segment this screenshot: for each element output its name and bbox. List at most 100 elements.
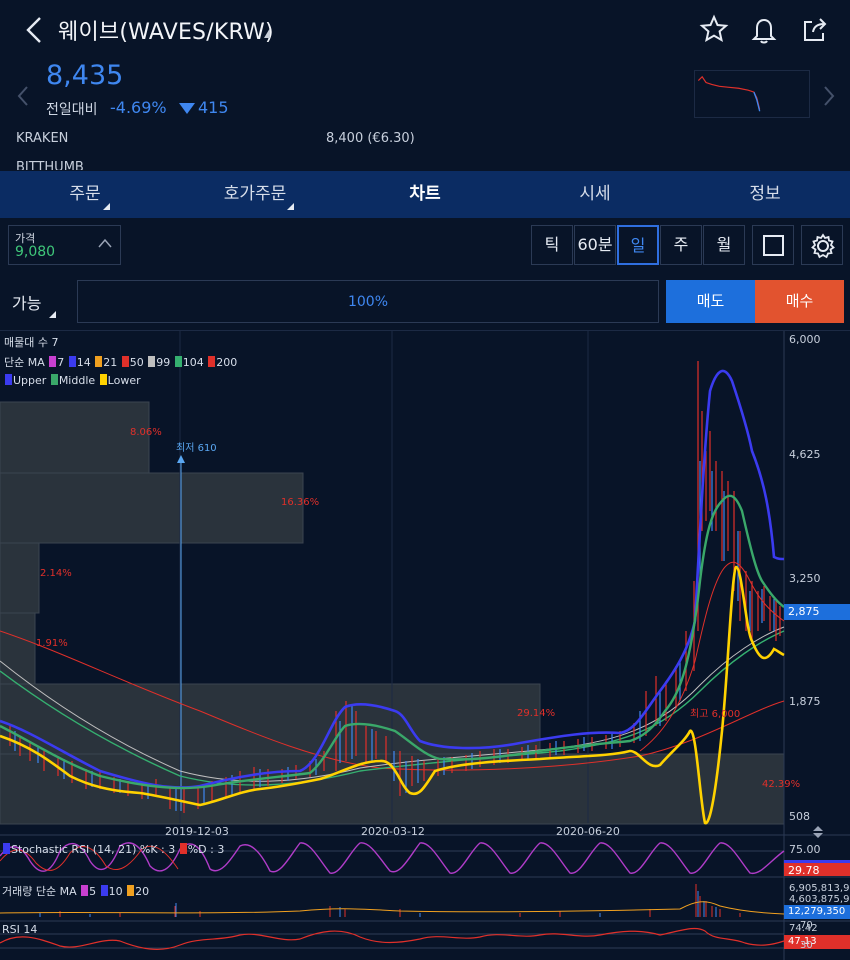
vp-percent: 8.06% <box>130 427 162 438</box>
bb-swatch <box>5 374 12 385</box>
available-dropdown-icon[interactable] <box>49 311 56 318</box>
rsi-value-tag: 47.13 <box>784 935 850 949</box>
page-title[interactable]: 웨이브(WAVES/KRW) <box>58 14 274 46</box>
period-60min[interactable]: 60분 <box>574 225 616 265</box>
exchange-price: 8,400 (€6.30) <box>326 131 415 146</box>
price-axis-label: 1,875 <box>789 695 821 708</box>
tab-quote-order[interactable]: 호가주문 <box>210 171 300 218</box>
ma-label: 단순 MA <box>4 356 45 369</box>
date-axis-label: 2020-03-12 <box>361 825 425 838</box>
date-axis-label: 2020-06-20 <box>556 825 620 838</box>
ma-period: 50 <box>129 356 144 369</box>
tab-order[interactable]: 주문 <box>40 171 130 218</box>
title-dropdown-icon[interactable] <box>264 28 270 38</box>
ma-swatch <box>68 356 76 367</box>
ma-swatch <box>208 356 216 367</box>
volume-ma-swatch <box>127 885 135 896</box>
sell-button[interactable]: 매도 <box>666 280 755 323</box>
price-axis-label: 6,000 <box>789 333 821 346</box>
tab-label: 주문 <box>69 184 101 204</box>
exchange-name: BITTHUMB <box>16 160 84 170</box>
top-bar: 웨이브(WAVES/KRW) <box>0 0 850 62</box>
rsi-label: RSI 14 <box>2 923 38 936</box>
ma-swatch <box>174 356 182 367</box>
tab-market[interactable]: 시세 <box>550 171 640 218</box>
back-icon[interactable] <box>22 14 48 46</box>
stoch-swatch <box>3 843 10 854</box>
down-triangle-icon <box>179 103 195 114</box>
vp-percent: 29.14% <box>517 708 556 719</box>
prev-coin-icon[interactable] <box>16 84 30 108</box>
stoch-label: Stochastic RSI (14, 21) %K : 3 <box>11 843 176 856</box>
bb-label: Upper <box>13 374 47 387</box>
mini-chart <box>694 70 810 118</box>
bell-icon[interactable] <box>749 14 779 44</box>
volume-ma-period: 5 <box>89 885 97 898</box>
price-axis-label: 4,625 <box>789 448 821 461</box>
period-month[interactable]: 월 <box>703 225 745 265</box>
ma-period: 99 <box>156 356 171 369</box>
ma-period: 104 <box>182 356 204 369</box>
chevron-up-icon <box>98 238 112 248</box>
bb-swatch <box>50 374 58 385</box>
chart-canvas <box>0 331 850 960</box>
price-axis-label: 508 <box>789 810 810 823</box>
date-axis-label: 2019-12-03 <box>165 825 229 838</box>
change-percent: -4.69% <box>110 98 167 117</box>
buy-button[interactable]: 매수 <box>755 280 844 323</box>
share-icon[interactable] <box>800 14 830 44</box>
tab-label: 호가주문 <box>223 184 287 204</box>
ma-swatch <box>148 356 156 367</box>
price-box[interactable]: 가격 9,080 <box>8 225 121 265</box>
vp-percent: 42.39% <box>762 779 801 790</box>
price-axis-label: 3,250 <box>789 572 821 585</box>
min-price-label: 최저 610 <box>176 443 217 454</box>
available-label[interactable]: 가능 <box>12 290 41 314</box>
ma-period: 7 <box>57 356 65 369</box>
current-price: 8,435 <box>46 60 124 91</box>
resize-handle-icon[interactable] <box>810 825 826 839</box>
square-icon <box>763 235 784 256</box>
gear-icon <box>811 233 835 259</box>
tab-chart[interactable]: 차트 <box>380 171 470 218</box>
ma-swatch <box>95 356 103 367</box>
period-day[interactable]: 일 <box>617 225 659 265</box>
fullscreen-button[interactable] <box>752 225 794 265</box>
next-coin-icon[interactable] <box>822 84 836 108</box>
volume-ma-swatch <box>81 885 89 896</box>
volume-profile-label: 매물대 수 7 <box>4 336 59 349</box>
bb-swatch <box>99 374 107 385</box>
settings-button[interactable] <box>801 225 843 265</box>
exchange-name: KRAKEN <box>16 131 69 146</box>
stoch-swatch <box>179 843 187 854</box>
stoch-d-label: %D : 3 <box>187 843 225 856</box>
period-week[interactable]: 주 <box>660 225 702 265</box>
ma-swatch <box>121 356 129 367</box>
tab-menu-marker <box>103 203 110 210</box>
price-chart[interactable]: 매물대 수 7 단순 MA 7 14 21 50 99 104 200 Uppe… <box>0 330 850 960</box>
tab-label: 정보 <box>749 184 781 204</box>
current-price-tag: 2,875 <box>784 604 850 620</box>
rsi-axis-label: 70 <box>800 920 813 931</box>
tab-menu-marker <box>287 203 294 210</box>
vp-percent: 2.14% <box>40 568 72 579</box>
ma-swatch <box>49 356 57 367</box>
prev-day-label: 전일대비 <box>46 102 98 118</box>
vp-percent: 16.36% <box>281 497 320 508</box>
vp-percent: 1.91% <box>36 638 68 649</box>
max-price-label: 최고 6,000 <box>690 709 741 720</box>
tab-label: 시세 <box>579 184 611 204</box>
volume-ma-period: 10 <box>108 885 123 898</box>
star-icon[interactable] <box>699 14 729 44</box>
ma-period: 200 <box>216 356 238 369</box>
tab-info[interactable]: 정보 <box>720 171 810 218</box>
volume-value-tag: 12,279,350 <box>784 905 850 919</box>
volume-ma-period: 20 <box>135 885 150 898</box>
volume-ma-swatch <box>100 885 108 896</box>
stoch-rsi-legend: Stochastic RSI (14, 21) %K : 3 %D : 3 <box>2 843 224 856</box>
rsi-axis-label: 30 <box>800 940 813 951</box>
tab-label: 차트 <box>409 184 441 204</box>
volume-axis-label: 4,603,875,977 <box>789 894 850 905</box>
period-tick[interactable]: 틱 <box>531 225 573 265</box>
quantity-percent[interactable]: 100% <box>77 280 659 323</box>
